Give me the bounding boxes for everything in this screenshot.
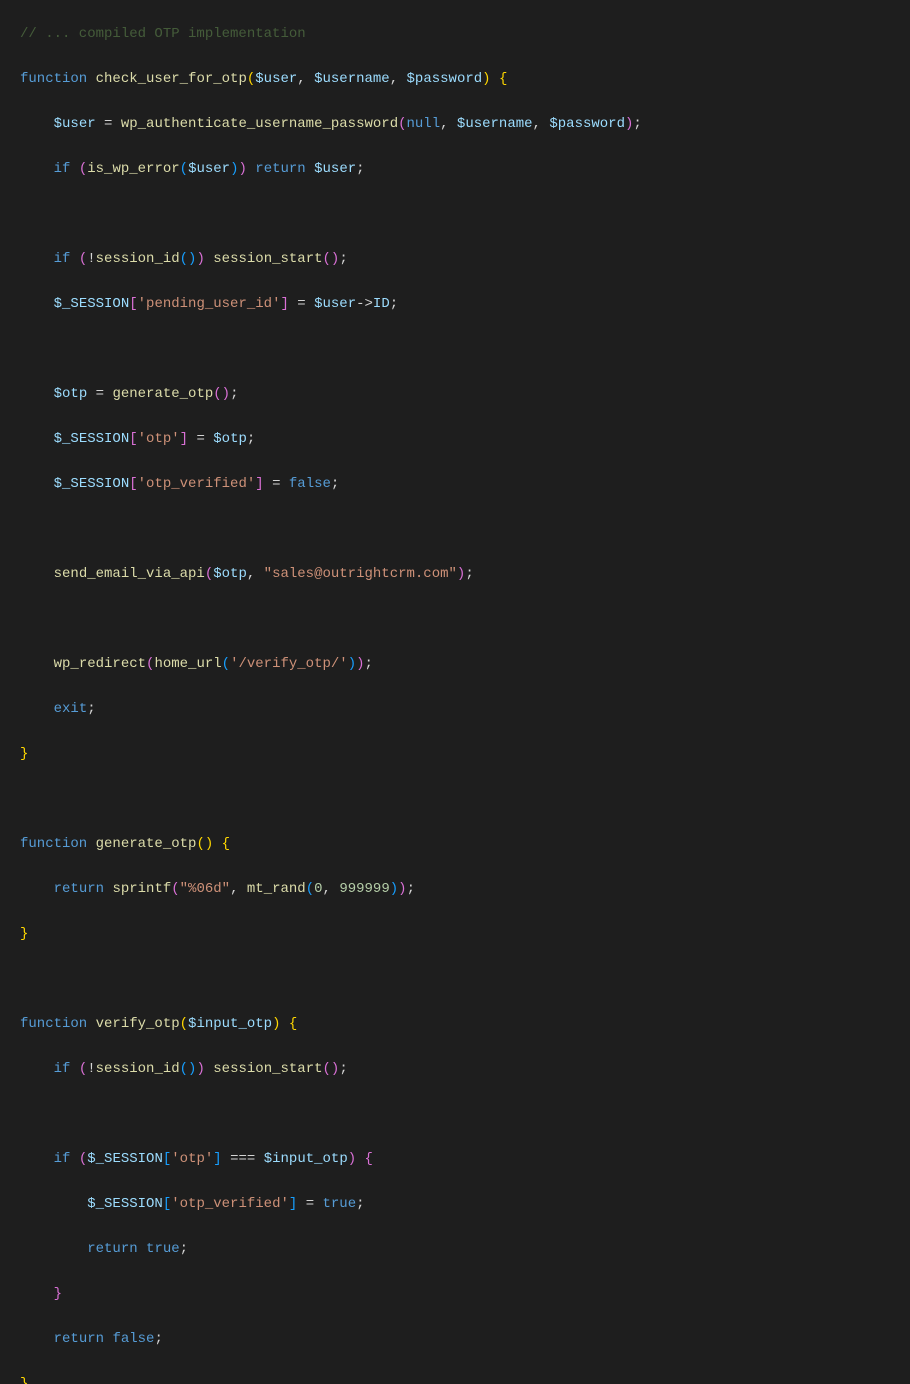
code-line: $_SESSION['pending_user_id'] = $user->ID…: [20, 293, 890, 316]
code-line: send_email_via_api($otp, "sales@outright…: [20, 563, 890, 586]
null-literal: null: [407, 116, 441, 132]
string: 'otp_verified': [138, 476, 256, 492]
prop: ID: [373, 296, 390, 312]
number: 999999: [339, 881, 389, 897]
string: "sales@outrightcrm.com": [264, 566, 457, 582]
fn-call: session_id: [96, 251, 180, 267]
keyword-function: function: [20, 1016, 87, 1032]
var: $user: [314, 161, 356, 177]
code-line: [20, 518, 890, 541]
var: $otp: [213, 566, 247, 582]
var: $user: [314, 296, 356, 312]
keyword-if: if: [54, 251, 71, 267]
var: $_SESSION: [87, 1151, 163, 1167]
keyword-exit: exit: [54, 701, 88, 717]
code-line: [20, 1103, 890, 1126]
fn-call: session_start: [213, 251, 322, 267]
var: $input_otp: [264, 1151, 348, 1167]
code-line: [20, 788, 890, 811]
var: $password: [549, 116, 625, 132]
var: $otp: [213, 431, 247, 447]
code-line: }: [20, 1283, 890, 1306]
code-line: function verify_otp($input_otp) {: [20, 1013, 890, 1036]
keyword-function: function: [20, 836, 87, 852]
fn-call: generate_otp: [112, 386, 213, 402]
comment-text: // ... compiled OTP implementation: [20, 26, 306, 42]
code-line: // ... compiled OTP implementation: [20, 23, 890, 46]
bool-literal: false: [289, 476, 331, 492]
code-line: $otp = generate_otp();: [20, 383, 890, 406]
fn-call: wp_authenticate_username_password: [121, 116, 398, 132]
string: 'pending_user_id': [138, 296, 281, 312]
keyword-return: return: [255, 161, 305, 177]
keyword-return: return: [87, 1241, 137, 1257]
bool-literal: true: [146, 1241, 180, 1257]
var: $_SESSION: [54, 296, 130, 312]
code-editor-viewport[interactable]: // ... compiled OTP implementation funct…: [0, 0, 910, 1384]
param: $password: [407, 71, 483, 87]
keyword-if: if: [54, 1061, 71, 1077]
code-line: return sprintf("%06d", mt_rand(0, 999999…: [20, 878, 890, 901]
code-line: wp_redirect(home_url('/verify_otp/'));: [20, 653, 890, 676]
fn-call: sprintf: [112, 881, 171, 897]
keyword-function: function: [20, 71, 87, 87]
string: 'otp_verified': [171, 1196, 289, 1212]
code-line: $_SESSION['otp_verified'] = true;: [20, 1193, 890, 1216]
code-line: $_SESSION['otp_verified'] = false;: [20, 473, 890, 496]
code-line: function generate_otp() {: [20, 833, 890, 856]
keyword-if: if: [54, 1151, 71, 1167]
code-line: function check_user_for_otp($user, $user…: [20, 68, 890, 91]
fn-call: is_wp_error: [87, 161, 179, 177]
var: $_SESSION: [54, 431, 130, 447]
fn-call: wp_redirect: [54, 656, 146, 672]
code-line: }: [20, 1373, 890, 1384]
code-line: return true;: [20, 1238, 890, 1261]
number: 0: [314, 881, 322, 897]
var: $user: [54, 116, 96, 132]
code-line: if (!session_id()) session_start();: [20, 248, 890, 271]
keyword-return: return: [54, 881, 104, 897]
code-line: $_SESSION['otp'] = $otp;: [20, 428, 890, 451]
var: $user: [188, 161, 230, 177]
function-name: check_user_for_otp: [96, 71, 247, 87]
code-line: exit;: [20, 698, 890, 721]
fn-call: send_email_via_api: [54, 566, 205, 582]
code-line: [20, 203, 890, 226]
var: $_SESSION: [54, 476, 130, 492]
code-line: if (is_wp_error($user)) return $user;: [20, 158, 890, 181]
keyword-return: return: [54, 1331, 104, 1347]
param: $username: [314, 71, 390, 87]
fn-call: mt_rand: [247, 881, 306, 897]
code-line: if (!session_id()) session_start();: [20, 1058, 890, 1081]
fn-call: session_start: [213, 1061, 322, 1077]
code-line: return false;: [20, 1328, 890, 1351]
string: 'otp': [138, 431, 180, 447]
code-line: $user = wp_authenticate_username_passwor…: [20, 113, 890, 136]
var: $username: [457, 116, 533, 132]
bool-literal: true: [323, 1196, 357, 1212]
code-line: [20, 338, 890, 361]
fn-call: session_id: [96, 1061, 180, 1077]
fn-call: home_url: [154, 656, 221, 672]
code-line: if ($_SESSION['otp'] === $input_otp) {: [20, 1148, 890, 1171]
string: '/verify_otp/': [230, 656, 348, 672]
param: $input_otp: [188, 1016, 272, 1032]
function-name: verify_otp: [96, 1016, 180, 1032]
string: "%06d": [180, 881, 230, 897]
code-line: [20, 968, 890, 991]
var: $_SESSION: [87, 1196, 163, 1212]
string: 'otp': [171, 1151, 213, 1167]
param: $user: [255, 71, 297, 87]
var: $otp: [54, 386, 88, 402]
function-name: generate_otp: [96, 836, 197, 852]
code-line: [20, 608, 890, 631]
code-line: }: [20, 743, 890, 766]
keyword-if: if: [54, 161, 71, 177]
code-line: }: [20, 923, 890, 946]
bool-literal: false: [112, 1331, 154, 1347]
